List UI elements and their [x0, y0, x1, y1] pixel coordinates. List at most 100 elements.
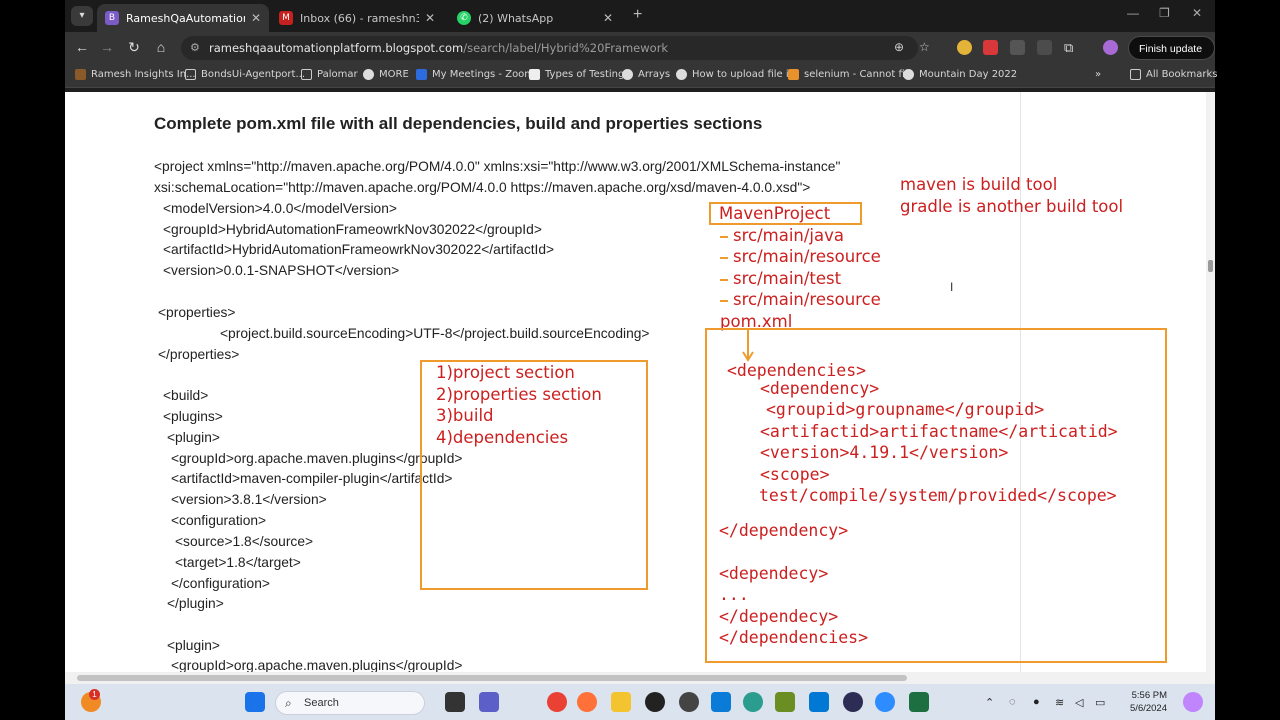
firefox-icon[interactable]	[577, 692, 597, 712]
show-hidden-icons[interactable]: ⌃	[985, 696, 994, 709]
restore-icon[interactable]: ❐	[1159, 6, 1170, 20]
minimize-icon[interactable]: —	[1127, 6, 1139, 20]
bookmark-item[interactable]: Mountain Day 2022	[903, 69, 1017, 80]
code-line: <groupId>org.apache.maven.plugins</group…	[171, 658, 463, 672]
annotation-dependency-line: </dependecy>	[719, 607, 839, 626]
bookmark-label: My Meetings - Zoom	[432, 69, 535, 80]
bookmark-item[interactable]: How to upload file i...	[676, 69, 798, 80]
extension-icon[interactable]	[1037, 40, 1052, 55]
text-cursor-icon: I	[950, 280, 954, 294]
search-placeholder: Search	[304, 697, 339, 709]
bookmark-label: Ramesh Insights In...	[91, 69, 196, 80]
code-line: <groupId>HybridAutomationFrameowrkNov302…	[163, 222, 542, 237]
more-bookmarks-icon[interactable]: »	[1095, 69, 1101, 80]
bookmark-star-icon[interactable]: ☆	[919, 40, 930, 54]
store-icon[interactable]	[711, 692, 731, 712]
zoom-app-icon	[416, 69, 427, 80]
bookmark-label: Arrays	[638, 69, 671, 80]
annotation-dependency-line: <artifactid>artifactname</articatid>	[760, 422, 1118, 441]
start-menu-icon[interactable]	[245, 692, 265, 712]
code-line: <plugin>	[167, 430, 220, 445]
annotation-dependency-line: <dependencies>	[727, 361, 867, 380]
microphone-icon[interactable]: ●	[1033, 696, 1040, 708]
page-content: Complete pom.xml file with all dependenc…	[65, 92, 1206, 672]
copilot-icon[interactable]	[1183, 692, 1203, 712]
post-title: Complete pom.xml file with all dependenc…	[154, 114, 763, 133]
annotation-dependency-line: <scope>	[760, 465, 830, 484]
vertical-scrollbar[interactable]	[1206, 92, 1215, 672]
all-bookmarks[interactable]: All Bookmarks	[1130, 69, 1217, 80]
back-icon[interactable]: ←	[73, 39, 91, 55]
tree-connector	[720, 236, 728, 238]
eclipse-icon[interactable]	[843, 692, 863, 712]
bookmark-item[interactable]: My Meetings - Zoom	[416, 69, 534, 80]
task-view-icon[interactable]	[445, 692, 465, 712]
extension-icon[interactable]	[1010, 40, 1025, 55]
code-line: <source>1.8</source>	[175, 534, 314, 549]
site-info-icon[interactable]: ⚙	[190, 36, 200, 60]
close-tab-icon[interactable]: ✕	[251, 11, 261, 25]
annotation-tree-item: src/main/test	[733, 269, 842, 288]
extensions-puzzle-icon[interactable]: ⧉	[1064, 40, 1079, 55]
teams-icon[interactable]	[479, 692, 499, 712]
system-clock[interactable]: 5:56 PM 5/6/2024	[1115, 689, 1167, 715]
scrollbar-thumb[interactable]	[77, 675, 907, 681]
dell-icon[interactable]	[645, 692, 665, 712]
annotation-section: 4)dependencies	[436, 428, 569, 447]
volume-icon[interactable]: ◁	[1075, 696, 1083, 709]
code-line: <target>1.8</target>	[175, 555, 301, 570]
bookmark-item[interactable]: Arrays	[622, 69, 670, 80]
forward-icon[interactable]: →	[98, 39, 116, 55]
new-tab-icon[interactable]: +	[633, 6, 642, 24]
bookmark-item[interactable]: MORE	[363, 69, 409, 80]
zoom-icon[interactable]	[875, 692, 895, 712]
scrollbar-thumb[interactable]	[1208, 260, 1213, 272]
bookmark-item[interactable]: Ramesh Insights In...	[75, 69, 196, 80]
profile-avatar[interactable]	[1103, 40, 1118, 55]
close-tab-icon[interactable]: ✕	[425, 11, 435, 25]
whatsapp-icon: ✆	[457, 11, 471, 25]
network-icon[interactable]: ◌	[1009, 696, 1016, 708]
globe-icon	[363, 69, 374, 80]
bookmark-item[interactable]: Palomar	[301, 69, 358, 80]
code-line: <plugin>	[167, 638, 220, 653]
app-icon[interactable]	[679, 692, 699, 712]
bookmark-item[interactable]: Types of Testing	[529, 69, 624, 80]
finish-update-button[interactable]: Finish update ⋮	[1128, 36, 1215, 79]
extension-icon[interactable]	[983, 40, 998, 55]
reload-icon[interactable]: ↻	[125, 39, 143, 56]
battery-icon[interactable]: ▭	[1095, 696, 1105, 709]
bookmark-item[interactable]: BondsUi-Agentport...	[185, 69, 305, 80]
close-tab-icon[interactable]: ✕	[603, 11, 613, 25]
file-explorer-icon[interactable]	[611, 692, 631, 712]
annotation-section: 2)properties section	[436, 385, 602, 404]
taskbar-search[interactable]: ⌕ Search	[275, 691, 425, 715]
tab-gmail[interactable]: M Inbox (66) - rameshn3@gmail.c ✕	[271, 4, 443, 32]
globe-icon	[903, 69, 914, 80]
annotation-dependency-line: </dependency>	[719, 521, 849, 540]
bookmark-label: How to upload file i...	[692, 69, 799, 80]
tab-rameshqa[interactable]: B RameshQaAutomationPlatform ✕	[97, 4, 269, 32]
notepad-icon[interactable]	[775, 692, 795, 712]
wifi-icon[interactable]: ≋	[1055, 696, 1064, 709]
address-bar[interactable]: ⚙ rameshqaautomationplatform.blogspot.co…	[181, 36, 918, 60]
tab-search-button[interactable]: ▾	[71, 6, 93, 26]
vscode-icon[interactable]	[809, 692, 829, 712]
bookmark-item[interactable]: selenium - Cannot fi...	[788, 69, 914, 80]
chrome-icon[interactable]	[547, 692, 567, 712]
extension-icon[interactable]	[957, 40, 972, 55]
code-line: <project.build.sourceEncoding>UTF-8</pro…	[220, 326, 650, 341]
home-icon[interactable]: ⌂	[152, 39, 170, 55]
close-window-icon[interactable]: ✕	[1192, 6, 1202, 20]
edge-icon[interactable]	[743, 692, 763, 712]
annotation-dependency-line: ...	[719, 585, 749, 604]
horizontal-scrollbar[interactable]	[65, 672, 1215, 684]
annotation-tree-item: src/main/resource	[733, 290, 881, 309]
tab-title: RameshQaAutomationPlatform	[126, 11, 245, 25]
code-line: <groupId>org.apache.maven.plugins</group…	[171, 451, 463, 466]
tab-whatsapp[interactable]: ✆ (2) WhatsApp ✕	[449, 4, 621, 32]
all-bookmarks-label: All Bookmarks	[1146, 69, 1218, 80]
excel-icon[interactable]	[909, 692, 929, 712]
bookmarks-bar: Ramesh Insights In... BondsUi-Agentport.…	[65, 63, 1217, 88]
zoom-icon[interactable]: ⊕	[894, 40, 904, 54]
